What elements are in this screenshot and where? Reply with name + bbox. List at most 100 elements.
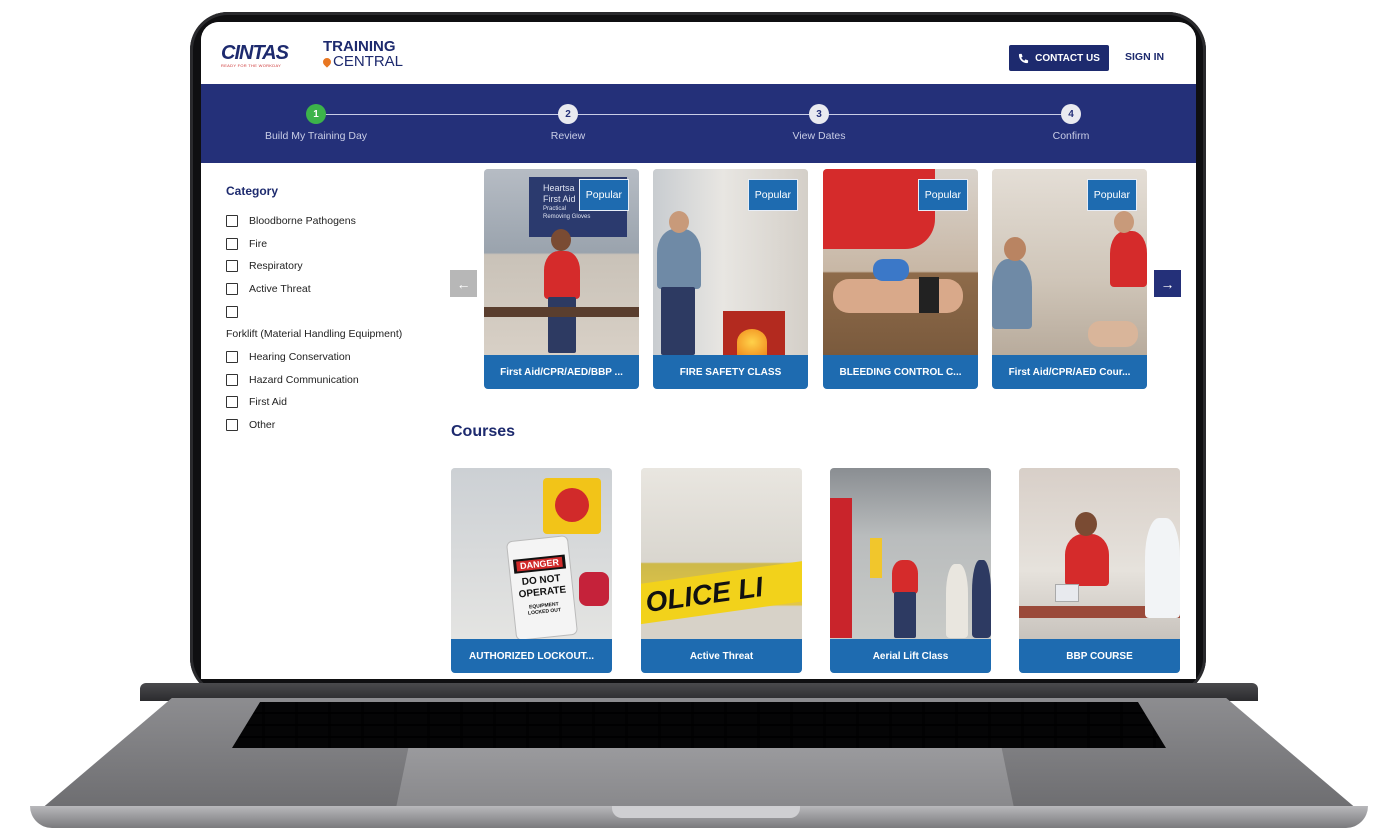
course-card[interactable]: OLICE LI Active Threat	[641, 468, 802, 673]
category-option[interactable]: Other	[226, 414, 431, 437]
step-number: 4	[1061, 104, 1081, 124]
warning-sign	[870, 538, 882, 578]
course-title: FIRE SAFETY CLASS	[653, 355, 808, 389]
trainee-legs	[661, 287, 695, 355]
arrow-right-icon: →	[1160, 275, 1175, 292]
checkbox[interactable]	[226, 305, 238, 318]
laptop-keyboard	[232, 702, 1166, 748]
category-option[interactable]: Bloodborne Pathogens	[226, 210, 431, 233]
category-label: Respiratory	[249, 260, 303, 273]
category-option[interactable]: Hazard Communication	[226, 369, 431, 392]
course-title[interactable]: Aerial Lift Class	[830, 639, 991, 673]
course-card[interactable]: DANGER DO NOT OPERATE EQUIPMENT LOCKED O…	[451, 468, 612, 673]
course-title: BLEEDING CONTROL C...	[823, 355, 978, 389]
course-card[interactable]: BBP COURSE	[1019, 468, 1180, 673]
instructor-legs	[548, 297, 576, 353]
category-option[interactable]: Active Threat	[226, 278, 431, 301]
checkbox[interactable]	[226, 419, 238, 432]
instructor-head	[1075, 512, 1097, 536]
category-option[interactable]: First Aid	[226, 391, 431, 414]
category-label: Hazard Communication	[249, 373, 359, 386]
tag-danger: DANGER	[516, 556, 563, 572]
category-option[interactable]	[226, 300, 431, 323]
popular-course-card[interactable]: Popular FIRE SAFETY CLASS	[653, 169, 808, 389]
category-option[interactable]: Respiratory	[226, 255, 431, 278]
category-label-forklift[interactable]: Forklift (Material Handling Equipment)	[226, 323, 431, 346]
popular-course-card[interactable]: Popular BLEEDING CONTROL C...	[823, 169, 978, 389]
checkbox[interactable]	[226, 237, 238, 250]
contact-us-button[interactable]: CONTACT US	[1009, 45, 1109, 71]
category-option[interactable]: Fire	[226, 233, 431, 256]
category-filter: Category Bloodborne Pathogens Fire Respi…	[226, 184, 431, 436]
category-label: Bloodborne Pathogens	[249, 215, 356, 228]
instructor-figure	[1065, 534, 1109, 586]
worker-figure-3	[972, 560, 991, 638]
course-title: First Aid/CPR/AED/BBP ...	[484, 355, 639, 389]
lift-frame	[830, 498, 852, 638]
padlock	[579, 572, 609, 606]
course-title[interactable]: AUTHORIZED LOCKOUT...	[451, 639, 612, 673]
laptop-notch	[612, 806, 800, 818]
step-label: Confirm	[1052, 130, 1090, 142]
ppe-figure	[1145, 518, 1180, 618]
product-line1: TRAINING	[323, 38, 396, 55]
course-image	[830, 468, 991, 639]
course-card[interactable]: Aerial Lift Class	[830, 468, 991, 673]
carousel-prev-button[interactable]: ←	[450, 270, 477, 297]
category-label: First Aid	[249, 396, 287, 409]
trainee-head	[669, 211, 689, 233]
step-label: Build My Training Day	[264, 130, 368, 142]
supply-box	[1055, 584, 1079, 602]
checkbox[interactable]	[226, 260, 238, 273]
arrow-left-icon: ←	[456, 275, 471, 292]
phone-icon	[1019, 53, 1029, 63]
step-number: 2	[558, 104, 578, 124]
table	[484, 307, 639, 317]
laptop-trackpad	[396, 748, 1014, 808]
course-title[interactable]: BBP COURSE	[1019, 639, 1180, 673]
popular-course-card[interactable]: Popular First Aid/CPR/AED Cour...	[992, 169, 1147, 389]
category-title: Category	[226, 184, 279, 198]
police-tape: OLICE LI	[641, 558, 802, 626]
product-line2-row: CENTRAL	[321, 53, 404, 70]
checkbox[interactable]	[226, 373, 238, 386]
checkbox[interactable]	[226, 283, 238, 296]
popular-badge: Popular	[578, 179, 629, 211]
site-header: CINTAS READY FOR THE WORKDAY TRAINING CE…	[201, 22, 1196, 84]
course-image	[1019, 468, 1180, 639]
checkbox[interactable]	[226, 215, 238, 228]
checkbox[interactable]	[226, 396, 238, 409]
category-label: Hearing Conservation	[249, 351, 351, 364]
carousel-next-button[interactable]: →	[1154, 270, 1181, 297]
step-number: 3	[809, 104, 829, 124]
popular-course-card[interactable]: Heartsa First Aid Practical Removing Glo…	[484, 169, 639, 389]
cpr-manikin	[1088, 321, 1138, 347]
cintas-logo[interactable]: CINTAS READY FOR THE WORKDAY	[221, 42, 289, 68]
switch-knob	[555, 488, 589, 522]
product-line2: CENTRAL	[333, 53, 404, 70]
step-confirm[interactable]: 4 Confirm	[971, 104, 1171, 142]
step-view-dates[interactable]: 3 View Dates	[719, 104, 919, 142]
instructor-figure	[544, 251, 580, 299]
trainee-head	[1004, 237, 1026, 261]
step-number: 1	[306, 104, 326, 124]
popular-badge: Popular	[1086, 179, 1137, 211]
course-image: DANGER DO NOT OPERATE EQUIPMENT LOCKED O…	[451, 468, 612, 641]
category-option[interactable]: Hearing Conservation	[226, 346, 431, 369]
stepper-line	[316, 114, 1074, 115]
screen-text: Removing Gloves	[543, 214, 591, 220]
training-central-logo[interactable]: TRAINING CENTRAL	[321, 38, 404, 70]
step-build[interactable]: 1 Build My Training Day	[216, 104, 416, 142]
arm-on-table	[833, 279, 963, 313]
instructor-head	[551, 229, 571, 251]
popular-badge: Popular	[917, 179, 968, 211]
course-title[interactable]: Active Threat	[641, 639, 802, 673]
step-review[interactable]: 2 Review	[468, 104, 668, 142]
progress-stepper: 1 Build My Training Day 2 Review 3 View …	[201, 84, 1196, 163]
course-title: First Aid/CPR/AED Cour...	[992, 355, 1147, 389]
checkbox[interactable]	[226, 351, 238, 364]
step-label: Review	[550, 130, 586, 142]
course-image: OLICE LI	[641, 468, 802, 639]
sign-in-link[interactable]: SIGN IN	[1125, 51, 1164, 63]
brand-tagline: READY FOR THE WORKDAY	[221, 63, 282, 68]
